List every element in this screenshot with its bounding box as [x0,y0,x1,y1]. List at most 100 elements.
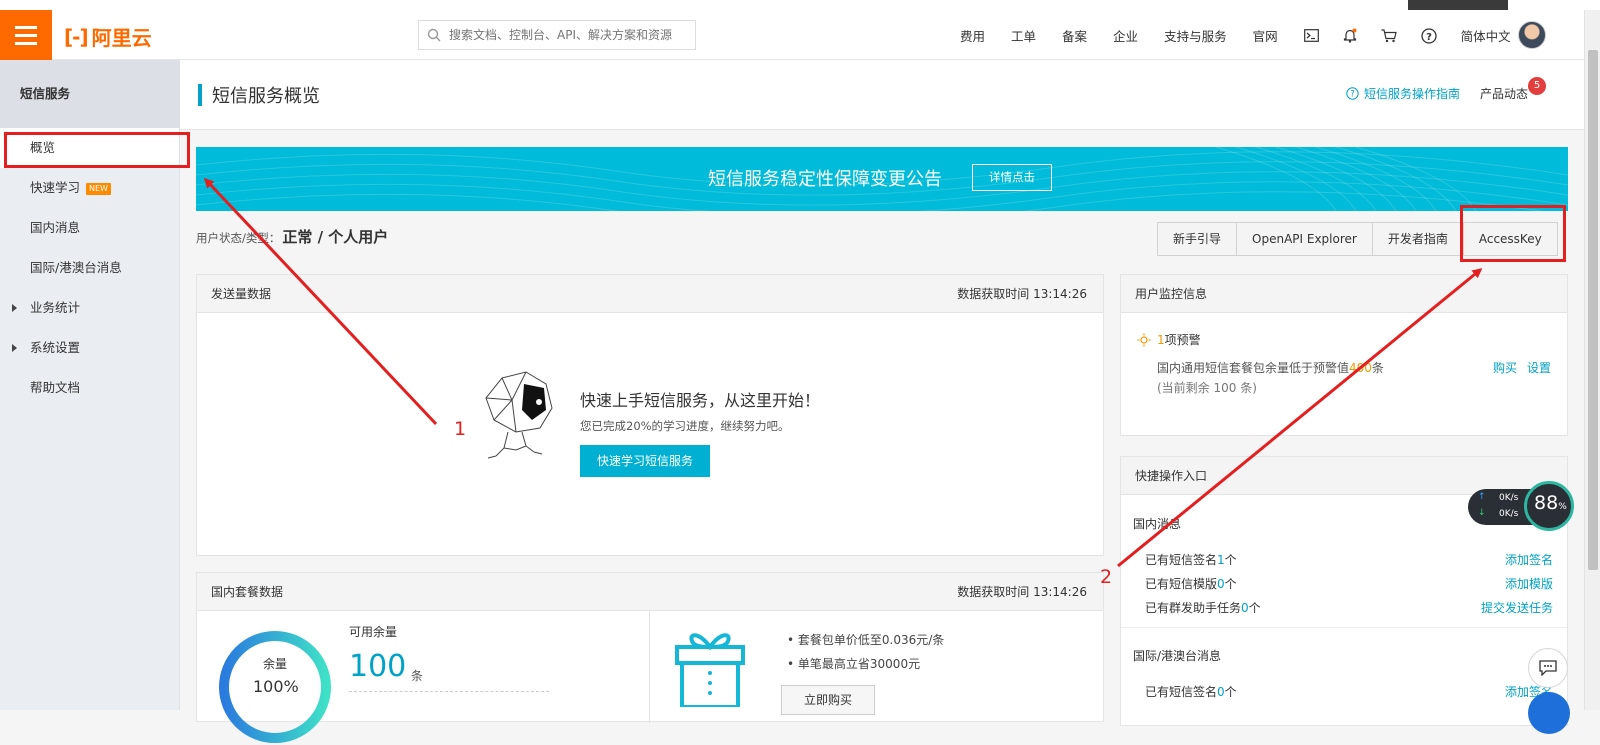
help-circle-icon: ? [1346,87,1359,100]
annotation-label-1: 1 [454,418,467,440]
developer-guide-button[interactable]: 开发者指南 [1372,223,1464,255]
sidebar-item-help[interactable]: 帮助文档 [0,368,179,408]
banner-details-button[interactable]: 详情点击 [972,164,1052,191]
download-speed: 0K/s [1499,509,1519,519]
user-avatar[interactable] [1518,21,1546,49]
new-badge: NEW [86,182,111,195]
nav-icp[interactable]: 备案 [1062,26,1087,45]
submit-task-link[interactable]: 提交发送任务 [1481,599,1553,616]
quick-row-count: 0 [1241,601,1249,615]
openapi-explorer-button[interactable]: OpenAPI Explorer [1237,223,1373,255]
buy-now-button[interactable]: 立即购买 [781,685,875,715]
window-strip [1408,0,1508,10]
banner-text: 短信服务稳定性保障变更公告 [708,169,942,190]
quick-divider [1121,627,1567,628]
settings-link[interactable]: 设置 [1527,361,1551,375]
quick-row-label: 已有短信签名 [1145,685,1218,699]
network-speed-widget[interactable]: ↑ ↓ 0K/s 0K/s 88% [1468,481,1574,531]
memory-percent-sign: % [1558,502,1567,512]
quick-row-unit: 个 [1248,601,1261,615]
nav-fees[interactable]: 费用 [960,26,985,45]
ring-label: 余量 [263,657,288,671]
send-panel-time: 数据获取时间 13:14:26 [957,287,1087,301]
annotation-box-overview [4,132,190,168]
add-template-link[interactable]: 添加模版 [1505,575,1553,592]
sidebar-item-statistics[interactable]: 业务统计 [0,288,179,328]
international-section-label: 国际/港澳台消息 [1133,649,1222,663]
sidebar-item-settings[interactable]: 系统设置 [0,328,179,368]
guide-link[interactable]: ? 短信服务操作指南 [1346,85,1460,102]
package-panel-title: 国内套餐数据 [211,585,284,599]
user-status-label: 用户状态/类型： [196,231,281,245]
terminal-icon[interactable] [1303,29,1319,42]
quick-panel-title: 快捷操作入口 [1135,469,1208,483]
top-bar: [-] 阿里云 费用 工单 备案 企业 支持与服务 官网 ? 简体中文 [0,0,1600,60]
language-switch[interactable]: 简体中文 [1461,26,1511,45]
quick-row-count: 1 [1217,553,1225,567]
upload-speed: 0K/s [1499,493,1519,503]
ring-value: 100% [253,677,299,696]
nav-enterprise[interactable]: 企业 [1113,26,1138,45]
user-status-value: 正常 / 个人用户 [282,228,389,246]
domestic-section-label: 国内消息 [1133,517,1182,531]
sidebar-item-quick-learn[interactable]: 快速学习 NEW [0,168,179,208]
nav-support[interactable]: 支持与服务 [1164,26,1227,45]
buy-link[interactable]: 购买 [1493,361,1517,375]
sidebar-item-domestic[interactable]: 国内消息 [0,208,179,248]
warning-summary: 1项预警 [1137,331,1201,348]
caret-right-icon [12,304,17,312]
upload-arrow-icon: ↑ [1478,492,1486,502]
quick-row-domestic-template: 已有短信模版0个 [1145,575,1237,592]
beginner-guide-button[interactable]: 新手引导 [1158,223,1238,255]
product-news-link[interactable]: 产品动态 5 [1480,77,1546,102]
svg-text:?: ? [1350,90,1355,100]
package-data-panel: 国内套餐数据 数据获取时间 13:14:26 余量 100% 可用余量 100 条… [196,572,1104,743]
warning-text: 项预警 [1164,333,1201,347]
package-panel-time: 数据获取时间 13:14:26 [957,585,1087,599]
available-divider [349,691,549,692]
quick-row-label: 已有短信模版 [1145,577,1218,591]
benefit-item: • 套餐包单价低至0.036元/条 [787,633,945,647]
aliyun-logo[interactable]: [-] 阿里云 [64,22,152,51]
send-panel-header: 发送量数据 数据获取时间 13:14:26 [197,275,1103,313]
chat-icon[interactable] [1528,648,1568,688]
sidebar-item-international[interactable]: 国际/港澳台消息 [0,248,179,288]
warning-sun-icon [1137,333,1151,346]
available-label: 可用余量 [349,625,398,639]
search-box[interactable] [418,20,696,50]
quick-row-bulk-task: 已有群发助手任务0个 [1145,599,1261,616]
sidebar-item-label: 国际/港澳台消息 [30,260,122,275]
monitor-panel: 用户监控信息 1项预警 国内通用短信套餐包余量低于预警值400条 (当前剩余 1… [1120,274,1568,436]
quick-learn-button[interactable]: 快速学习短信服务 [580,445,710,477]
nav-tickets[interactable]: 工单 [1011,26,1036,45]
assistant-bubble-icon[interactable] [1528,692,1570,734]
cart-icon[interactable] [1381,28,1397,43]
memory-percent: 88% [1534,492,1567,514]
annotation-box-accesskey [1460,205,1566,262]
quick-row-count: 0 [1217,685,1225,699]
sidebar-item-label: 国内消息 [30,220,81,235]
nav-official-site[interactable]: 官网 [1253,26,1278,45]
news-count-badge: 5 [1528,77,1546,95]
bell-icon[interactable] [1343,28,1357,43]
page-scrollbar[interactable] [1584,10,1600,710]
quick-row-label: 已有群发助手任务 [1145,601,1242,615]
quick-row-label: 已有短信签名 [1145,553,1218,567]
benefit-item: • 单笔最高立省30000元 [787,657,921,671]
caret-right-icon [12,344,17,352]
scrollbar-thumb[interactable] [1588,50,1598,570]
guide-link-label: 短信服务操作指南 [1363,87,1460,101]
menu-icon[interactable] [0,10,52,60]
logo-text: 阿里云 [91,26,152,50]
package-divider [649,611,650,723]
memory-percent-value: 88 [1534,492,1559,514]
add-signature-link[interactable]: 添加签名 [1505,551,1553,568]
quick-row-intl-signature: 已有短信签名0个 [1145,683,1237,700]
warning-count: 1 [1157,333,1165,347]
help-icon[interactable]: ? [1420,27,1437,44]
logo-mark-icon: [-] [64,24,89,49]
search-input[interactable] [449,28,689,42]
search-icon [427,28,441,42]
sidebar-title: 短信服务 [0,60,179,128]
warning-links: 购买 设置 [1483,359,1551,376]
